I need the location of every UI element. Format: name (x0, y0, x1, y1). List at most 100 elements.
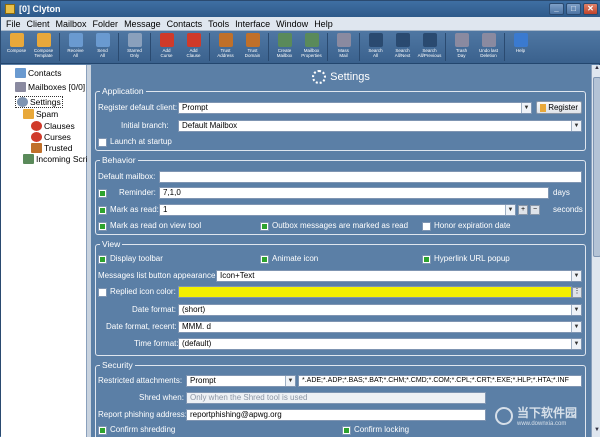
trash-icon (454, 33, 469, 47)
scroll-up-icon[interactable]: ▲ (592, 65, 600, 75)
send-button[interactable]: Send All (89, 31, 116, 64)
mailboxes-icon (15, 82, 26, 92)
maximize-button[interactable]: □ (566, 3, 581, 15)
compose-button[interactable]: Compose (3, 31, 30, 64)
hyperlink-popup-checkbox[interactable] (422, 255, 431, 264)
phishing-input[interactable]: reportphishing@apwg.org (186, 409, 486, 421)
mark-read-unit: seconds (553, 205, 583, 214)
page-header: Settings (91, 67, 591, 87)
tree-item-mailboxes[interactable]: Mailboxes [0/0] (15, 82, 85, 92)
undo-button[interactable]: Undo last Deletion (475, 31, 502, 64)
register-select[interactable]: Prompt ▼ (178, 102, 532, 114)
trust-domain-button[interactable]: Trust Domain (239, 31, 266, 64)
trust-address-button[interactable]: Trust Address (212, 31, 239, 64)
chevron-down-icon: ▼ (521, 103, 531, 113)
toolbar-label: Starred Only (127, 48, 142, 58)
toolbar-label: Trust Domain (244, 48, 261, 58)
menu-folder[interactable]: Folder (90, 19, 122, 29)
tree-item-spam[interactable]: Spam (23, 109, 58, 119)
tree-item-settings[interactable]: Settings (15, 96, 63, 108)
menu-tools[interactable]: Tools (205, 19, 232, 29)
decrement-button[interactable]: − (530, 205, 540, 215)
mark-view-checkbox[interactable] (98, 222, 107, 231)
menu-bar: File Client Mailbox Folder Message Conta… (1, 17, 600, 31)
time-format-label: Time format: (134, 339, 179, 348)
scroll-thumb[interactable] (593, 77, 600, 257)
mark-read-checkbox[interactable] (98, 206, 107, 215)
menu-file[interactable]: File (3, 19, 24, 29)
date-format-select[interactable]: (short) ▼ (178, 304, 582, 316)
toolbar-separator (118, 33, 119, 61)
replied-color-swatch[interactable] (178, 286, 572, 298)
outbox-checkbox[interactable] (260, 222, 269, 231)
mass-mail-icon (336, 33, 351, 47)
confirm-shredding-checkbox[interactable] (98, 426, 107, 435)
reminder-checkbox[interactable] (98, 189, 107, 198)
vertical-scrollbar[interactable]: ▲ ▼ (591, 65, 600, 437)
mass-mail-button[interactable]: Mass Mail (330, 31, 357, 64)
menu-mailbox[interactable]: Mailbox (53, 19, 90, 29)
toolbar-separator (268, 33, 269, 61)
tree-item-contacts[interactable]: Contacts (15, 68, 62, 78)
tree-item-clauses[interactable]: Clauses (31, 121, 75, 131)
toolbar-label: Compose (6, 48, 27, 53)
close-button[interactable]: ✕ (583, 3, 598, 15)
default-mailbox-input[interactable] (159, 171, 582, 183)
curse-button[interactable]: Add Curse (153, 31, 180, 64)
menu-help[interactable]: Help (311, 19, 336, 29)
animate-icon-checkbox[interactable] (260, 255, 269, 264)
search-all-button[interactable]: Search All (362, 31, 389, 64)
template-button[interactable]: Compose Template (30, 31, 57, 64)
spam-icon (23, 109, 34, 119)
receive-button[interactable]: Receive All (62, 31, 89, 64)
clause-button[interactable]: Add Clause (180, 31, 207, 64)
create-mailbox-button[interactable]: Create Mailbox (271, 31, 298, 64)
list-button-select[interactable]: Icon+Text ▼ (216, 270, 582, 282)
menu-window[interactable]: Window (273, 19, 311, 29)
security-legend: Security (102, 360, 133, 370)
toolbar-label: Mass Mail (338, 48, 349, 58)
tree-item-curses[interactable]: Curses (31, 132, 71, 142)
toolbar-label: Search All/Previous (417, 48, 442, 58)
branch-select[interactable]: Default Mailbox ▼ (178, 120, 582, 132)
toolbar-label: Trash Day (455, 48, 468, 58)
launch-checkbox[interactable] (98, 138, 107, 147)
color-picker-button[interactable]: ⋮ (572, 287, 582, 298)
time-format-select[interactable]: (default) ▼ (178, 338, 582, 350)
date-recent-select[interactable]: MMM. d ▼ (178, 321, 582, 333)
register-button[interactable]: Register (536, 101, 582, 114)
help-button[interactable]: Help (507, 31, 534, 64)
menu-client[interactable]: Client (24, 19, 53, 29)
restricted-select[interactable]: Prompt ▼ (186, 375, 296, 387)
search-previous-button[interactable]: Search All/Previous (416, 31, 443, 64)
replied-color-checkbox[interactable] (98, 288, 107, 297)
clauses-icon (31, 121, 42, 131)
menu-interface[interactable]: Interface (232, 19, 273, 29)
launch-label: Launch at startup (110, 137, 172, 146)
confirm-locking-checkbox[interactable] (342, 426, 351, 435)
minimize-button[interactable]: _ (549, 3, 564, 15)
shred-input[interactable]: Only when the Shred tool is used (186, 392, 486, 404)
restricted-extensions-input[interactable]: *.ADE;*.ADP;*.BAS;*.BAT;*.CHM;*.CMD;*.CO… (298, 375, 582, 387)
honor-checkbox[interactable] (422, 222, 431, 231)
toolbar-separator (445, 33, 446, 61)
display-toolbar-checkbox[interactable] (98, 255, 107, 264)
chevron-down-icon: ▼ (571, 121, 581, 131)
animate-icon-label: Animate icon (272, 254, 319, 263)
trash-button[interactable]: Trash Day (448, 31, 475, 64)
list-button-label: Messages list button appearance: (98, 271, 218, 280)
chevron-down-icon: ▼ (571, 339, 581, 349)
tree-label-curses: Curses (44, 132, 71, 142)
template-icon (36, 33, 51, 47)
tree-label-contacts: Contacts (28, 68, 62, 78)
reminder-input[interactable]: 7,1,0 (159, 187, 549, 199)
increment-button[interactable]: + (518, 205, 528, 215)
star-button[interactable]: Starred Only (121, 31, 148, 64)
mark-read-select[interactable]: 1 ▼ (159, 204, 516, 216)
menu-contacts[interactable]: Contacts (164, 19, 206, 29)
tree-label-settings: Settings (30, 97, 61, 107)
menu-message[interactable]: Message (121, 19, 164, 29)
mailbox-properties-button[interactable]: Mailbox Properties (298, 31, 325, 64)
tree-item-trusted[interactable]: Trusted (31, 143, 73, 153)
search-next-button[interactable]: Search All/Next (389, 31, 416, 64)
